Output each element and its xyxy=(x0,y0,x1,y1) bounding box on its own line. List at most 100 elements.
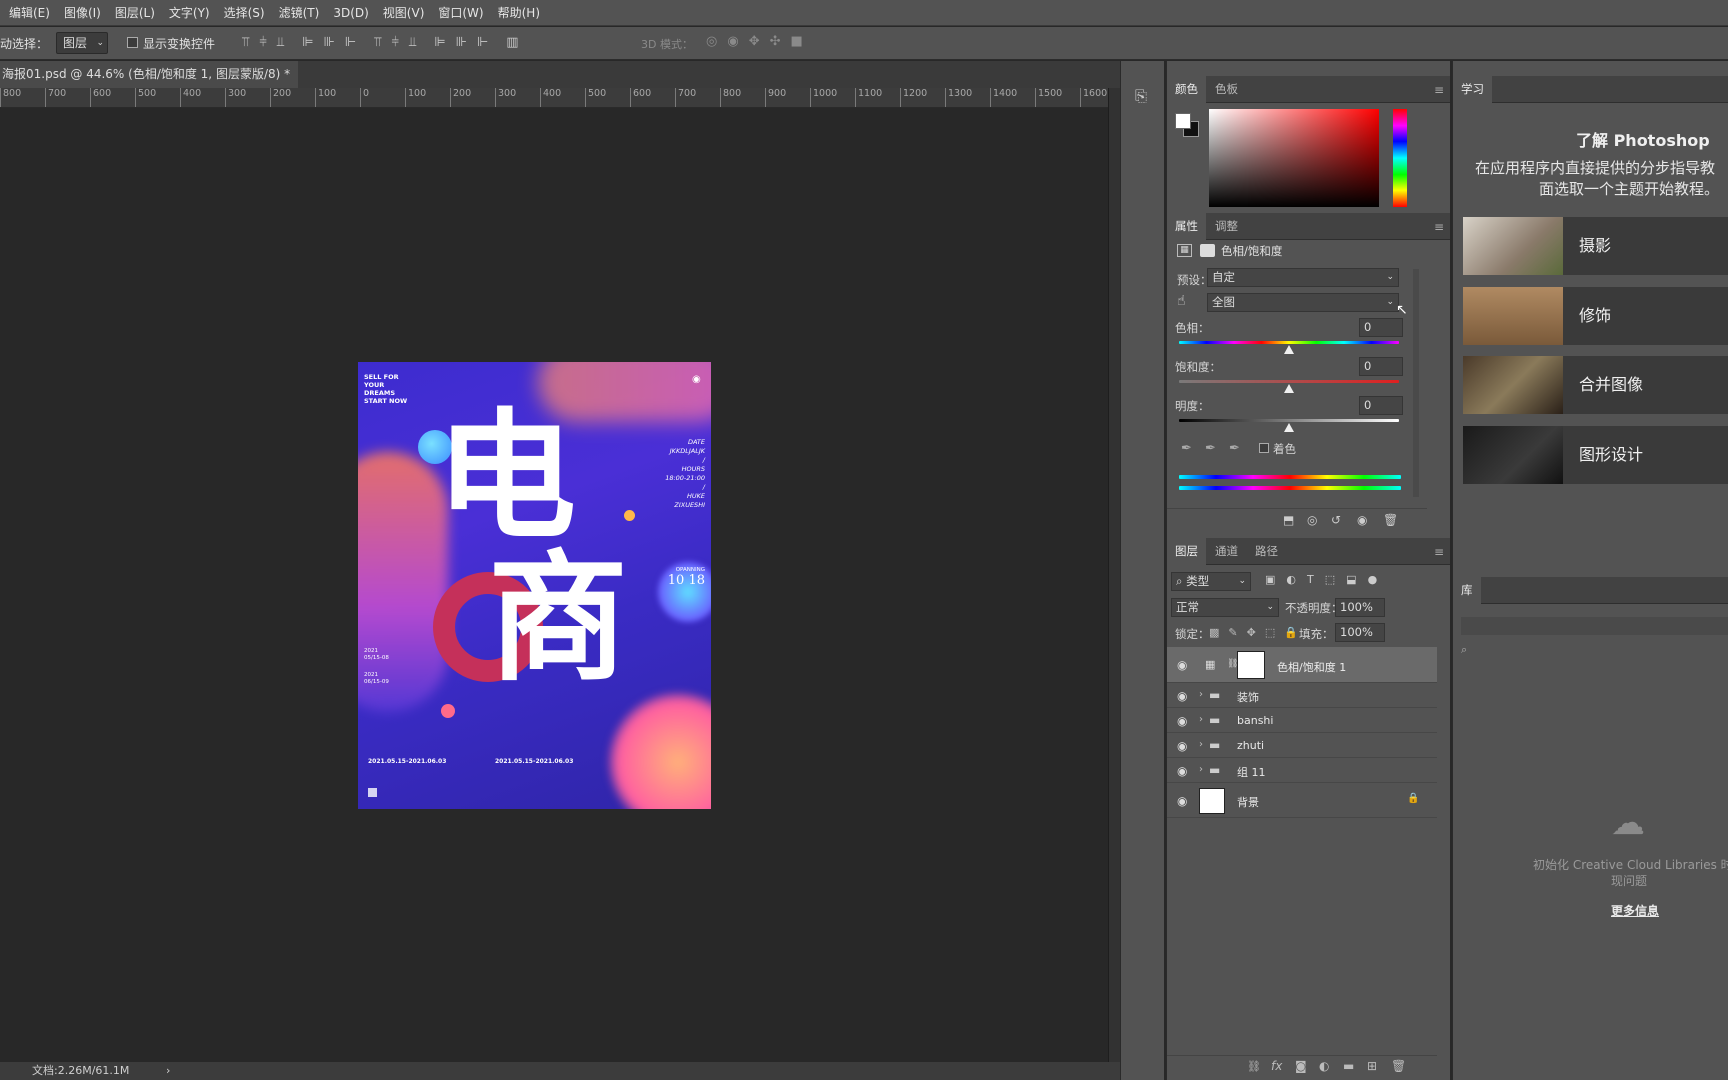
distribute-bottom-icon[interactable]: ⫫ xyxy=(409,35,416,50)
layer-filter-dropdown[interactable]: ⌕ 类型 ⌄ xyxy=(1171,572,1251,591)
layer-row[interactable]: ◉ ▦ ⛓ 色相/饱和度 1 xyxy=(1167,647,1437,683)
distribute-top-icon[interactable]: ⫪ xyxy=(374,35,381,50)
menu-3d[interactable]: 3D(D) xyxy=(326,6,375,20)
menu-edit[interactable]: 编辑(E) xyxy=(2,4,57,21)
lock-all-icon[interactable]: 🔒 xyxy=(1284,626,1298,639)
saturation-slider-thumb[interactable] xyxy=(1284,384,1294,393)
learn-card-retouch[interactable]: 修饰 xyxy=(1463,287,1728,345)
saturation-slider-track[interactable] xyxy=(1179,380,1399,383)
blend-mode-dropdown[interactable]: 正常 ⌄ xyxy=(1171,598,1279,617)
panel-menu-icon[interactable]: ≡ xyxy=(1434,83,1444,97)
status-menu-arrow-icon[interactable]: › xyxy=(166,1062,170,1080)
lock-move-icon[interactable]: ✥ xyxy=(1247,626,1256,639)
layer-row[interactable]: ◉ 背景 🔒 xyxy=(1167,784,1437,818)
channel-dropdown[interactable]: 全图 ⌄ xyxy=(1207,293,1399,312)
scale-3d-icon[interactable]: ■ xyxy=(791,34,803,49)
auto-select-dropdown[interactable]: 图层 ⌄ xyxy=(56,32,108,54)
colorize-checkbox[interactable] xyxy=(1259,443,1269,453)
new-layer-icon[interactable]: ⊞ xyxy=(1367,1059,1377,1073)
tab-learn[interactable]: 学习 xyxy=(1453,76,1492,103)
panel-menu-icon[interactable]: ≡ xyxy=(1434,220,1444,234)
chevron-right-icon[interactable]: › xyxy=(1199,764,1203,775)
eyedropper-icon[interactable]: ✒ xyxy=(1181,441,1192,456)
menu-view[interactable]: 视图(V) xyxy=(376,4,432,21)
new-adjustment-icon[interactable]: ◐ xyxy=(1319,1059,1329,1073)
menu-select[interactable]: 选择(S) xyxy=(217,4,272,21)
lightness-slider-thumb[interactable] xyxy=(1284,423,1294,432)
more-info-link[interactable]: 更多信息 xyxy=(1611,902,1659,919)
hue-value-field[interactable]: 0 xyxy=(1359,318,1403,337)
align-left-icon[interactable]: ⊫ xyxy=(302,35,313,50)
panel-menu-icon[interactable]: ≡ xyxy=(1434,545,1444,559)
eyedropper-subtract-icon[interactable]: ✒ xyxy=(1229,441,1240,456)
lock-icon[interactable]: 🔒 xyxy=(1407,793,1419,804)
learn-card-photography[interactable]: 摄影 xyxy=(1463,217,1728,275)
opacity-field[interactable]: 100% xyxy=(1335,598,1385,617)
fill-field[interactable]: 100% xyxy=(1335,623,1385,642)
library-dropdown[interactable] xyxy=(1461,617,1728,635)
lock-paint-icon[interactable]: ✎ xyxy=(1228,626,1237,639)
foreground-color-swatch-top[interactable] xyxy=(1175,113,1191,129)
align-top-icon[interactable]: ⫪ xyxy=(242,35,249,50)
orbit-3d-icon[interactable]: ◎ xyxy=(706,34,717,49)
tab-layers[interactable]: 图层 xyxy=(1167,538,1206,565)
hue-slider-thumb[interactable] xyxy=(1284,345,1294,354)
hue-spectrum-bar[interactable] xyxy=(1393,109,1407,207)
tab-swatches[interactable]: 色板 xyxy=(1207,76,1246,103)
align-hcenter-icon[interactable]: ⊪ xyxy=(323,35,334,50)
chevron-right-icon[interactable]: › xyxy=(1199,689,1203,700)
learn-card-combine[interactable]: 合并图像 xyxy=(1463,356,1728,414)
menu-image[interactable]: 图像(I) xyxy=(57,4,108,21)
distribute-left-icon[interactable]: ⊫ xyxy=(434,35,445,50)
lock-transparent-icon[interactable]: ▩ xyxy=(1209,626,1219,639)
doc-info-text[interactable]: 文档:2.26M/61.1M xyxy=(32,1062,129,1080)
lightness-value-field[interactable]: 0 xyxy=(1359,396,1403,415)
menu-type[interactable]: 文字(Y) xyxy=(162,4,217,21)
layer-row[interactable]: ◉ › ▬ 组 11 xyxy=(1167,759,1437,783)
view-previous-icon[interactable]: ◎ xyxy=(1307,513,1317,527)
tab-paths[interactable]: 路径 xyxy=(1247,538,1286,565)
add-mask-icon[interactable]: ◙ xyxy=(1295,1059,1307,1073)
distribute-hcenter-icon[interactable]: ⊪ xyxy=(456,35,467,50)
eye-icon[interactable]: ◉ xyxy=(1177,658,1187,672)
layer-row[interactable]: ◉ › ▬ 装饰 xyxy=(1167,684,1437,708)
learn-card-graphic-design[interactable]: 图形设计 xyxy=(1463,426,1728,484)
filter-smartobject-icon[interactable]: ⬓ xyxy=(1346,573,1356,586)
align-right-icon[interactable]: ⊩ xyxy=(345,35,356,50)
chevron-right-icon[interactable]: › xyxy=(1199,714,1203,725)
filter-toggle-icon[interactable]: ● xyxy=(1368,573,1378,586)
lightness-slider-track[interactable] xyxy=(1179,419,1399,422)
visibility-eye-icon[interactable]: ◉ xyxy=(1357,513,1367,527)
delete-layer-icon[interactable]: 🗑 xyxy=(1391,1059,1406,1073)
eye-icon[interactable]: ◉ xyxy=(1177,764,1187,778)
roll-3d-icon[interactable]: ◉ xyxy=(727,34,738,49)
menu-help[interactable]: 帮助(H) xyxy=(491,4,547,21)
filter-pixel-icon[interactable]: ▣ xyxy=(1265,573,1275,586)
library-search-input[interactable] xyxy=(1457,639,1728,659)
adjustment-layer-icon[interactable]: ▦ xyxy=(1177,244,1192,257)
reset-icon[interactable]: ↺ xyxy=(1331,513,1341,527)
document-tab[interactable]: 海报01.psd @ 44.6% (色相/饱和度 1, 图层蒙版/8) * × xyxy=(0,61,298,88)
target-adjust-hand-icon[interactable]: ☝ xyxy=(1177,293,1186,309)
clip-to-layer-icon[interactable]: ⬒ xyxy=(1283,513,1294,527)
horizontal-ruler[interactable]: 800 700 600 500 400 300 200 100 0 100 200 300 400 500… xyxy=(0,88,1108,108)
slide-3d-icon[interactable]: ✣ xyxy=(770,34,781,49)
show-transform-checkbox[interactable] xyxy=(127,37,138,48)
filter-type-icon[interactable]: T xyxy=(1307,573,1314,586)
menu-layer[interactable]: 图层(L) xyxy=(108,4,162,21)
eye-icon[interactable]: ◉ xyxy=(1177,794,1187,808)
tab-libraries[interactable]: 库 xyxy=(1453,577,1481,604)
layer-row[interactable]: ◉ › ▬ banshi xyxy=(1167,709,1437,733)
chevron-right-icon[interactable]: › xyxy=(1199,739,1203,750)
eye-icon[interactable]: ◉ xyxy=(1177,714,1187,728)
align-vcenter-icon[interactable]: ⫩ xyxy=(259,35,266,50)
pan-3d-icon[interactable]: ✥ xyxy=(749,34,760,49)
eye-icon[interactable]: ◉ xyxy=(1177,739,1187,753)
tab-color[interactable]: 颜色 xyxy=(1167,76,1206,103)
link-layers-icon[interactable]: ⛓ xyxy=(1247,1060,1261,1073)
properties-scrollbar[interactable] xyxy=(1413,269,1419,497)
saturation-value-field[interactable]: 0 xyxy=(1359,357,1403,376)
hue-slider-track[interactable] xyxy=(1179,341,1399,344)
auto-align-icon[interactable]: ▥ xyxy=(506,35,518,50)
new-group-icon[interactable]: ▬ xyxy=(1343,1059,1354,1073)
